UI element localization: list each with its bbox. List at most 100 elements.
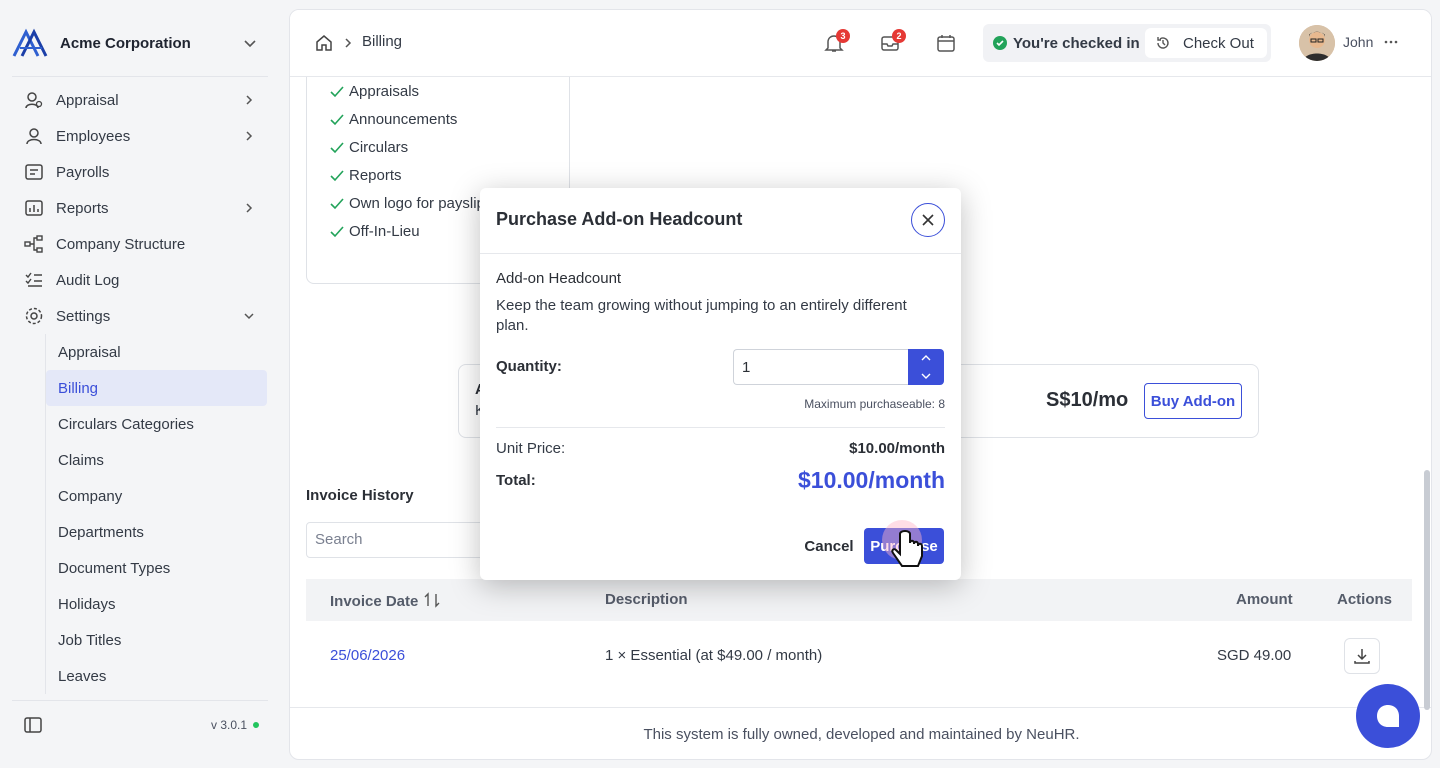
feature-item: Announcements <box>329 111 457 128</box>
payroll-icon <box>24 162 44 182</box>
table-row-amount: SGD 49.00 <box>1217 647 1292 664</box>
check-out-label: Check Out <box>1183 34 1254 52</box>
feature-label: Circulars <box>349 139 409 156</box>
chevron-down-icon <box>921 373 931 379</box>
chevron-right-icon <box>246 131 253 141</box>
company-name: Acme Corporation <box>60 34 191 52</box>
feature-item: Appraisals <box>329 83 419 100</box>
sidebar-item-label: Payrolls <box>56 163 110 181</box>
subnav-document-types[interactable]: Document Types <box>46 550 269 586</box>
subnav-appraisal[interactable]: Appraisal <box>46 334 269 370</box>
check-icon <box>330 113 344 125</box>
sidebar-item-reports[interactable]: Reports <box>14 190 268 226</box>
cancel-button[interactable]: Cancel <box>792 528 866 564</box>
unit-price-label: Unit Price: <box>496 440 566 457</box>
sidebar-item-label: Settings <box>56 307 111 325</box>
feature-item: Reports <box>329 167 402 184</box>
sidebar-item-employees[interactable]: Employees <box>14 118 268 154</box>
addon-price: S$10/mo <box>1046 389 1129 411</box>
check-icon <box>330 225 344 237</box>
check-icon <box>330 141 344 153</box>
version-label: v 3.0.1 <box>211 718 248 732</box>
avatar[interactable] <box>1299 25 1335 61</box>
check-out-button[interactable]: Check Out <box>1145 28 1267 58</box>
sidebar-toggle-icon[interactable] <box>22 714 44 736</box>
notification-badge: 3 <box>836 29 850 43</box>
divider <box>480 253 961 254</box>
feature-item: Off-In-Lieu <box>329 223 420 240</box>
invoice-date-link[interactable]: 25/06/2026 <box>330 647 405 664</box>
buy-addon-button[interactable]: Buy Add-on <box>1144 383 1242 419</box>
addon-description: Keep the team growing without jumping to… <box>496 297 907 334</box>
list-check-icon <box>24 270 44 290</box>
subnav-circulars-categories[interactable]: Circulars Categories <box>46 406 269 442</box>
history-icon <box>1157 37 1169 49</box>
gear-icon <box>24 306 44 326</box>
dialog-title: Purchase Add-on Headcount <box>496 209 743 229</box>
quantity-input[interactable] <box>733 349 909 385</box>
close-icon <box>922 214 934 226</box>
quantity-stepper[interactable] <box>908 349 944 385</box>
column-description: Description <box>605 591 688 608</box>
subnav-claims[interactable]: Claims <box>46 442 269 478</box>
subnav-job-titles[interactable]: Job Titles <box>46 622 269 658</box>
breadcrumb: Billing <box>362 33 403 50</box>
feature-label: Own logo for payslip <box>349 195 485 212</box>
chevron-right-icon <box>345 38 352 48</box>
app-version: v 3.0.1 <box>211 718 260 732</box>
check-icon <box>330 169 344 181</box>
company-switcher[interactable]: Acme Corporation <box>12 26 268 60</box>
sidebar: Acme Corporation Appraisal Employees Pay… <box>0 0 280 768</box>
attendance-status: You're checked in Check Out <box>983 24 1271 62</box>
sidebar-item-company-structure[interactable]: Company Structure <box>14 226 268 262</box>
check-icon <box>330 197 344 209</box>
check-circle-icon <box>993 36 1007 50</box>
inbox-badge: 2 <box>892 29 906 43</box>
more-icon[interactable] <box>1382 34 1400 50</box>
sidebar-item-settings[interactable]: Settings <box>14 298 268 334</box>
checkin-status: You're checked in <box>1013 34 1140 52</box>
addon-name: Add-on Headcount <box>496 270 622 287</box>
subnav-billing[interactable]: Billing <box>46 370 267 406</box>
download-invoice-button[interactable] <box>1344 638 1380 674</box>
divider <box>496 427 945 428</box>
sidebar-item-payrolls[interactable]: Payrolls <box>14 154 268 190</box>
invoice-table-header: Invoice Date Description Amount Actions <box>306 579 1412 621</box>
close-button[interactable] <box>911 203 945 237</box>
column-amount: Amount <box>1236 591 1293 608</box>
invoice-search-input[interactable]: Search <box>306 522 506 558</box>
chevron-up-icon <box>921 355 931 361</box>
chevron-right-icon <box>246 95 253 105</box>
divider <box>12 76 268 77</box>
column-actions: Actions <box>1337 591 1393 608</box>
user-search-icon <box>24 90 44 110</box>
subnav-leaves[interactable]: Leaves <box>46 658 269 694</box>
table-row-date[interactable]: 25/06/2026 <box>330 647 405 664</box>
max-purchaseable: Maximum purchaseable: 8 <box>804 397 945 411</box>
sidebar-item-appraisal[interactable]: Appraisal <box>14 82 268 118</box>
increment-button[interactable] <box>908 349 944 367</box>
sidebar-nav: Appraisal Employees Payrolls Reports Com… <box>14 82 268 334</box>
acme-logo-icon <box>12 28 48 57</box>
subnav-company[interactable]: Company <box>46 478 269 514</box>
total-value: $10.00/month <box>798 467 945 493</box>
divider <box>12 700 268 701</box>
quantity-label: Quantity: <box>496 358 562 375</box>
org-structure-icon <box>24 234 44 254</box>
calendar-icon[interactable] <box>935 32 957 54</box>
column-invoice-date[interactable]: Invoice Date <box>330 591 441 610</box>
chevron-down-icon <box>244 313 254 320</box>
download-icon <box>1354 649 1370 664</box>
feature-label: Off-In-Lieu <box>349 223 420 240</box>
avatar-image <box>1299 25 1335 61</box>
sidebar-item-audit-log[interactable]: Audit Log <box>14 262 268 298</box>
online-dot-icon <box>253 722 260 728</box>
user-name[interactable]: John <box>1343 34 1373 50</box>
subnav-departments[interactable]: Departments <box>46 514 269 550</box>
scrollbar[interactable] <box>1424 470 1430 710</box>
home-icon[interactable] <box>314 33 334 53</box>
topbar: Billing 3 2 You're checked in Check Out … <box>290 10 1431 77</box>
decrement-button[interactable] <box>908 367 944 385</box>
subnav-holidays[interactable]: Holidays <box>46 586 269 622</box>
chat-button[interactable] <box>1356 684 1420 748</box>
